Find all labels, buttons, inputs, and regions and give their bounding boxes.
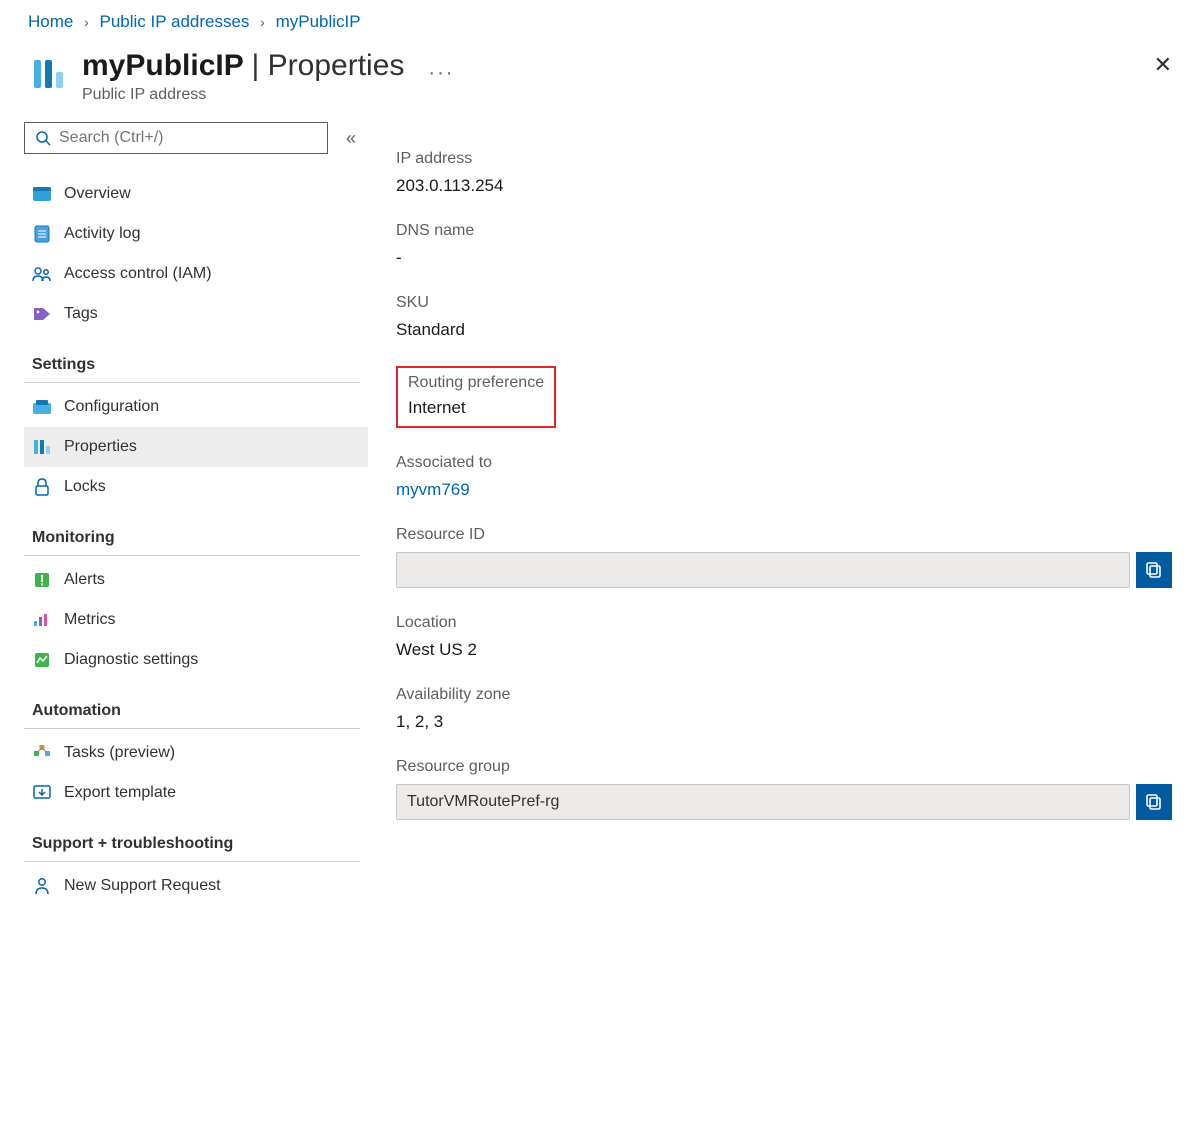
- field-availability-zone: Availability zone 1, 2, 3: [396, 686, 1172, 732]
- resource-id-box[interactable]: [396, 552, 1130, 588]
- sidebar-item-tasks[interactable]: Tasks (preview): [24, 733, 368, 773]
- field-value: -: [396, 248, 1172, 268]
- divider: [24, 555, 360, 556]
- sidebar-search-input[interactable]: [59, 129, 317, 147]
- associated-resource-link[interactable]: myvm769: [396, 480, 470, 499]
- field-value: West US 2: [396, 640, 1172, 660]
- activity-log-icon: [32, 224, 52, 244]
- copy-icon: [1145, 561, 1163, 579]
- configuration-icon: [32, 397, 52, 417]
- tags-icon: [32, 304, 52, 324]
- field-value: Standard: [396, 320, 1172, 340]
- sidebar-item-diagnostic-settings[interactable]: Diagnostic settings: [24, 640, 368, 680]
- field-dns-name: DNS name -: [396, 222, 1172, 268]
- export-template-icon: [32, 783, 52, 803]
- field-label: Routing preference: [408, 374, 544, 392]
- sidebar-item-access-control[interactable]: Access control (IAM): [24, 254, 368, 294]
- alerts-icon: [32, 570, 52, 590]
- sidebar-item-export-template[interactable]: Export template: [24, 773, 368, 813]
- sidebar-item-properties[interactable]: Properties: [24, 427, 368, 467]
- tasks-icon: [32, 743, 52, 763]
- support-icon: [32, 876, 52, 896]
- page-title: myPublicIP | Properties: [82, 48, 404, 84]
- properties-icon: [32, 437, 52, 457]
- sidebar-item-activity-log[interactable]: Activity log: [24, 214, 368, 254]
- breadcrumb-mypublicip[interactable]: myPublicIP: [276, 12, 361, 31]
- sidebar-heading-monitoring: Monitoring: [24, 507, 368, 551]
- field-associated-to: Associated to myvm769: [396, 454, 1172, 500]
- more-actions-button[interactable]: ···: [428, 62, 454, 85]
- locks-icon: [32, 477, 52, 497]
- resource-type-label: Public IP address: [82, 86, 404, 104]
- field-resource-group: Resource group TutorVMRoutePref-rg: [396, 758, 1172, 820]
- sidebar-search[interactable]: [24, 122, 328, 154]
- sidebar-item-tags[interactable]: Tags: [24, 294, 368, 334]
- search-icon: [35, 130, 51, 146]
- field-label: Resource group: [396, 758, 1172, 776]
- copy-resource-id-button[interactable]: [1136, 552, 1172, 588]
- diagnostic-settings-icon: [32, 650, 52, 670]
- sidebar-item-overview[interactable]: Overview: [24, 174, 368, 214]
- chevron-right-icon: ›: [78, 14, 95, 30]
- public-ip-resource-icon: [28, 54, 68, 94]
- sidebar-item-alerts[interactable]: Alerts: [24, 560, 368, 600]
- breadcrumb: Home › Public IP addresses › myPublicIP: [0, 0, 1200, 40]
- overview-icon: [32, 184, 52, 204]
- properties-content: IP address 203.0.113.254 DNS name - SKU …: [368, 122, 1200, 906]
- sidebar-item-configuration[interactable]: Configuration: [24, 387, 368, 427]
- access-control-icon: [32, 264, 52, 284]
- copy-icon: [1145, 793, 1163, 811]
- divider: [24, 861, 360, 862]
- field-resource-id: Resource ID: [396, 526, 1172, 588]
- sidebar-heading-support: Support + troubleshooting: [24, 813, 368, 857]
- field-label: Resource ID: [396, 526, 1172, 544]
- sidebar-heading-automation: Automation: [24, 680, 368, 724]
- field-label: Associated to: [396, 454, 1172, 472]
- field-location: Location West US 2: [396, 614, 1172, 660]
- divider: [24, 382, 360, 383]
- sidebar-item-locks[interactable]: Locks: [24, 467, 368, 507]
- field-label: SKU: [396, 294, 1172, 312]
- field-ip-address: IP address 203.0.113.254: [396, 150, 1172, 196]
- sidebar-item-new-support-request[interactable]: New Support Request: [24, 866, 368, 906]
- field-value: 1, 2, 3: [396, 712, 1172, 732]
- chevron-right-icon: ›: [254, 14, 271, 30]
- field-label: DNS name: [396, 222, 1172, 240]
- collapse-sidebar-button[interactable]: «: [346, 128, 356, 149]
- resource-header: myPublicIP | Properties Public IP addres…: [0, 40, 1200, 122]
- field-routing-preference-highlight: Routing preference Internet: [396, 366, 556, 428]
- field-label: Location: [396, 614, 1172, 632]
- field-sku: SKU Standard: [396, 294, 1172, 340]
- breadcrumb-public-ip-addresses[interactable]: Public IP addresses: [100, 12, 250, 31]
- copy-resource-group-button[interactable]: [1136, 784, 1172, 820]
- breadcrumb-home[interactable]: Home: [28, 12, 73, 31]
- field-label: Availability zone: [396, 686, 1172, 704]
- sidebar-heading-settings: Settings: [24, 334, 368, 378]
- field-label: IP address: [396, 150, 1172, 168]
- field-value: Internet: [408, 398, 544, 418]
- sidebar: « Overview Activity log Access control (…: [0, 122, 368, 906]
- field-value: 203.0.113.254: [396, 176, 1172, 196]
- resource-group-box[interactable]: TutorVMRoutePref-rg: [396, 784, 1130, 820]
- sidebar-item-metrics[interactable]: Metrics: [24, 600, 368, 640]
- close-button[interactable]: ✕: [1154, 54, 1172, 76]
- divider: [24, 728, 360, 729]
- metrics-icon: [32, 610, 52, 630]
